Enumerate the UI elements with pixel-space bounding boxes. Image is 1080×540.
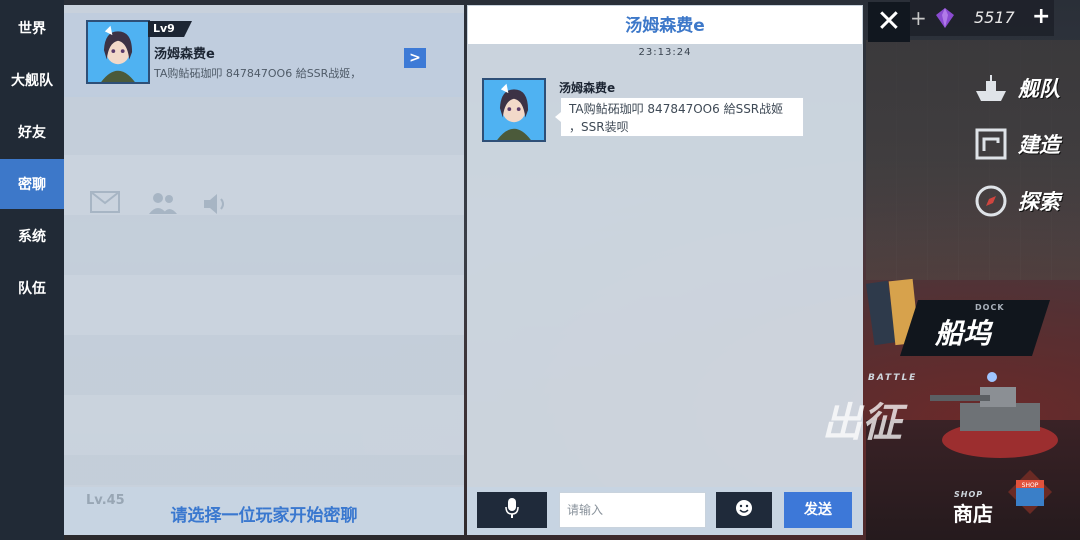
close-icon[interactable]: ✕: [868, 2, 910, 42]
menu-fleet-label: 舰队: [1018, 77, 1060, 101]
tab-private-chat[interactable]: 密聊: [0, 159, 64, 209]
contact-row[interactable]: Lv9 汤姆森费e TA购鲇砳珈叩 847847OO6 給SSR战姬， >: [64, 13, 464, 97]
contact-name: 汤姆森费e: [154, 47, 215, 62]
currency-bar: + 5517 +: [910, 0, 1054, 36]
menu-build-label: 建造: [1018, 133, 1060, 157]
message-timestamp: 23:13:24: [638, 47, 692, 58]
send-button[interactable]: 发送: [784, 492, 852, 528]
message-input[interactable]: [559, 492, 706, 528]
list-background-rows: [64, 95, 464, 485]
microphone-icon: [505, 498, 519, 522]
message-text-line-2: ，SSR装呗: [569, 120, 629, 134]
chat-panel: 汤姆森费e 23:13:24 汤姆森费e TA购鲇砳珈叩 847847OO6 給…: [467, 5, 863, 535]
mail-icon: [90, 191, 120, 219]
sender-avatar[interactable]: [482, 78, 546, 142]
dock-en-label: DOCK: [975, 303, 1005, 312]
menu-explore-label: 探索: [1018, 190, 1060, 214]
shop-button[interactable]: 商店: [953, 498, 993, 527]
currency-plus-left: +: [910, 6, 927, 30]
message-bubble: TA购鲇砳珈叩 847847OO6 給SSR战姬 ，SSR装呗: [555, 97, 804, 137]
sender-name: 汤姆森费e: [559, 81, 616, 95]
tab-system[interactable]: 系统: [0, 211, 64, 261]
fleet-icon: [974, 71, 1008, 105]
friends-icon: [148, 191, 178, 221]
menu-explore[interactable]: 探索: [974, 183, 1060, 219]
explore-icon: [974, 184, 1008, 218]
tab-team[interactable]: 队伍: [0, 263, 64, 313]
contact-avatar: [86, 20, 150, 84]
emoji-button[interactable]: [716, 492, 772, 528]
chat-title: 汤姆森费e: [467, 5, 863, 45]
chat-channel-tabs: 世界 大舰队 好友 密聊 系统 队伍: [0, 0, 64, 540]
chevron-right-icon[interactable]: >: [404, 48, 426, 68]
contact-list-panel: Lv9 汤姆森费e TA购鲇砳珈叩 847847OO6 給SSR战姬， > Lv…: [64, 5, 464, 535]
menu-fleet[interactable]: 舰队: [974, 70, 1060, 106]
sortie-button[interactable]: 出征: [822, 390, 902, 448]
select-player-hint: 请选择一位玩家开始密聊: [170, 506, 358, 526]
tab-world[interactable]: 世界: [0, 3, 64, 53]
menu-build[interactable]: 建造: [974, 126, 1060, 162]
chat-input-bar: 发送: [467, 487, 863, 535]
add-currency-button[interactable]: +: [1032, 4, 1050, 29]
contact-message-preview: TA购鲇砳珈叩 847847OO6 給SSR战姬，: [154, 67, 362, 80]
shop-icon[interactable]: SHOP: [1000, 462, 1060, 522]
dock-label: 船坞: [935, 317, 992, 350]
battle-en-label: BATTLE: [868, 373, 918, 383]
tab-friends[interactable]: 好友: [0, 107, 64, 157]
ship-art: [930, 365, 1060, 465]
build-icon: [974, 127, 1008, 161]
shop-sign-text: SHOP: [1022, 482, 1039, 489]
voice-button[interactable]: [477, 492, 547, 528]
list-hint-bar: Lv.45 请选择一位玩家开始密聊: [64, 487, 464, 535]
message-text-line-1: TA购鲇砳珈叩 847847OO6 給SSR战姬: [569, 102, 784, 116]
emoji-icon: [735, 499, 753, 521]
tab-fleet-guild[interactable]: 大舰队: [0, 55, 64, 105]
currency-amount: 5517: [974, 8, 1015, 27]
level-badge: Lv9: [148, 21, 192, 37]
sound-icon: [202, 193, 230, 221]
gem-icon: [934, 7, 956, 29]
